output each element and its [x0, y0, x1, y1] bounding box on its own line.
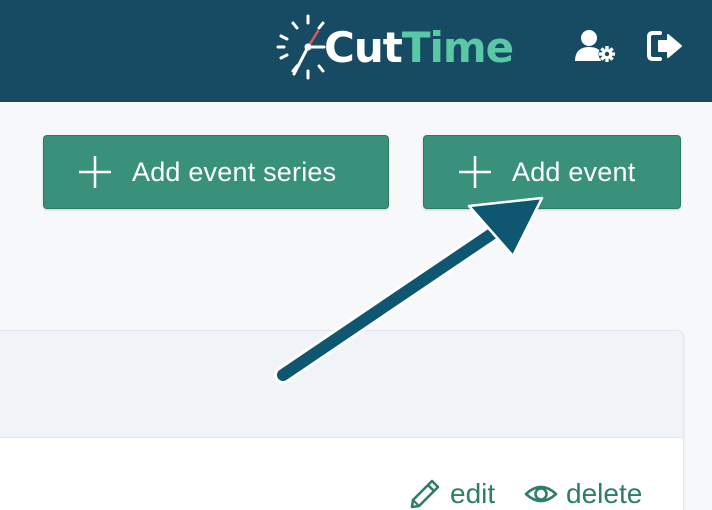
- add-event-button[interactable]: Add event: [423, 135, 681, 209]
- top-header: CutTime: [0, 0, 712, 102]
- user-settings-icon[interactable]: [574, 26, 618, 66]
- pencil-icon: [410, 479, 440, 509]
- plus-icon: [459, 156, 491, 188]
- add-event-label: Add event: [512, 156, 636, 187]
- eye-icon: [524, 485, 558, 503]
- add-event-series-button[interactable]: Add event series: [43, 135, 389, 209]
- add-event-series-label: Add event series: [132, 156, 337, 187]
- logo-wordmark: CutTime: [324, 23, 514, 72]
- edit-link[interactable]: edit: [408, 474, 495, 510]
- edit-label: edit: [450, 478, 496, 509]
- logo-text-cut: Cut: [324, 23, 403, 72]
- delete-link[interactable]: delete: [524, 474, 642, 510]
- logout-icon[interactable]: [643, 26, 687, 66]
- clock-icon: [276, 14, 326, 80]
- panel-header: [0, 331, 683, 438]
- delete-label: delete: [566, 478, 643, 509]
- logo-text-time: Time: [401, 23, 514, 72]
- cuttime-logo[interactable]: CutTime: [272, 12, 527, 82]
- plus-icon: [79, 156, 111, 188]
